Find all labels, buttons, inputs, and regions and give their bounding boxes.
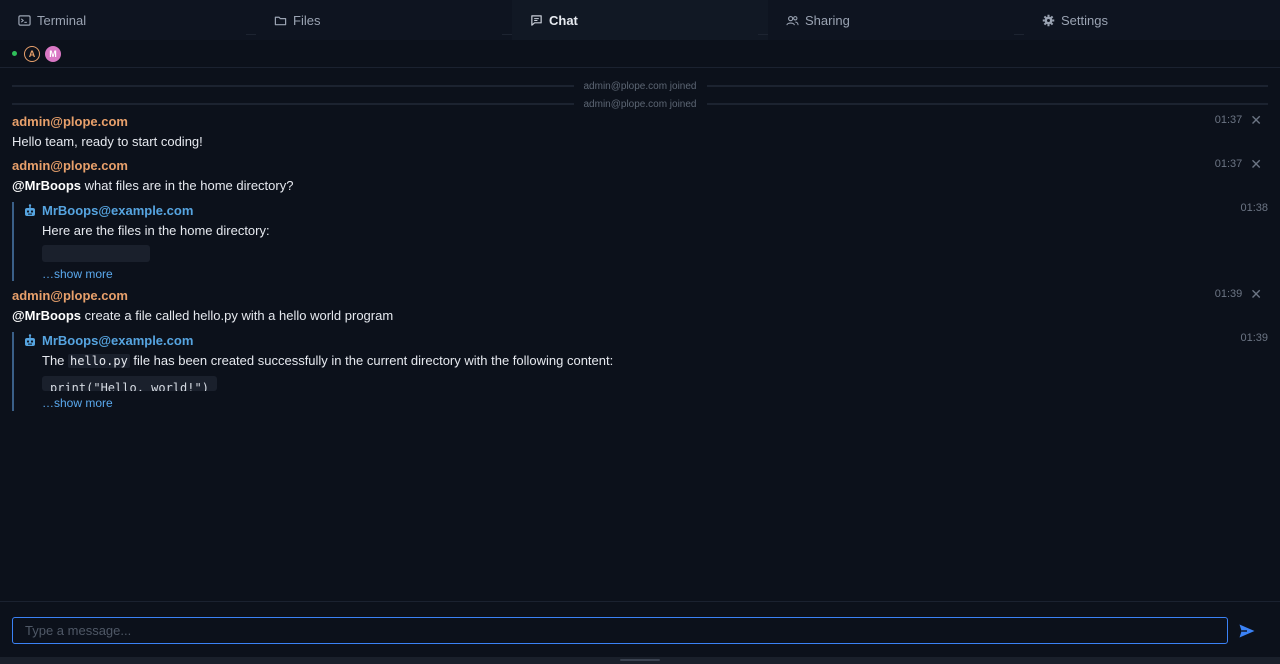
message-time: 01:38	[1240, 202, 1268, 214]
grip-icon	[620, 659, 660, 661]
mention[interactable]: @MrBoops	[12, 178, 81, 193]
message-text: @MrBoops create a file called hello.py w…	[12, 308, 394, 323]
system-message: admin@plope.com joined	[12, 79, 1268, 93]
presence-bar: A M	[0, 40, 1280, 68]
message-text: Here are the files in the home directory…	[42, 223, 270, 238]
chat-message: admin@plope.com @MrBoops create a file c…	[12, 287, 1268, 324]
show-more-link[interactable]: …show more	[42, 267, 1268, 281]
message-meta: 01:37 ✕	[1214, 157, 1262, 171]
tab-files[interactable]: Files	[256, 0, 512, 40]
message-time: 01:39	[1214, 288, 1243, 300]
bot-message: MrBoops@example.com Here are the files i…	[12, 202, 1268, 281]
tab-terminal[interactable]: Terminal	[0, 0, 256, 40]
message-input[interactable]	[12, 617, 1228, 644]
message-time: 01:37	[1214, 158, 1243, 170]
resize-handle[interactable]	[0, 657, 1280, 664]
tab-label: Sharing	[805, 12, 850, 28]
divider	[706, 85, 1268, 87]
tab-settings[interactable]: Settings	[1024, 0, 1280, 40]
divider	[12, 103, 574, 105]
show-more-link[interactable]: …show more	[42, 396, 1268, 410]
message-meta: 01:38	[1240, 202, 1268, 214]
chat-message: admin@plope.com @MrBoops what files are …	[12, 157, 1268, 194]
avatar[interactable]: A	[24, 45, 40, 62]
message-author: MrBoops@example.com	[42, 203, 194, 218]
message-author: admin@plope.com	[12, 288, 128, 303]
close-icon[interactable]: ✕	[1250, 287, 1262, 301]
chat-log: admin@plope.com joined admin@plope.com j…	[0, 69, 1280, 601]
message-time: 01:39	[1240, 332, 1268, 344]
message-text: Hello team, ready to start coding!	[12, 134, 203, 149]
message-author: admin@plope.com	[12, 114, 128, 129]
send-icon[interactable]	[1238, 622, 1256, 640]
close-icon[interactable]: ✕	[1250, 113, 1262, 127]
terminal-icon	[17, 13, 31, 27]
robot-icon	[25, 204, 35, 216]
robot-icon	[25, 334, 35, 346]
tab-label: Settings	[1061, 12, 1108, 28]
tab-sharing[interactable]: Sharing	[768, 0, 1024, 40]
system-message: admin@plope.com joined	[12, 97, 1268, 111]
chat-message: admin@plope.com Hello team, ready to sta…	[12, 113, 1268, 150]
bot-message: MrBoops@example.com The hello.py file ha…	[12, 332, 1268, 411]
message-meta: 01:39	[1240, 332, 1268, 344]
code-block	[42, 245, 150, 262]
close-icon[interactable]: ✕	[1250, 157, 1262, 171]
online-status-dot	[12, 51, 17, 56]
message-author: admin@plope.com	[12, 158, 128, 173]
users-icon	[785, 13, 799, 27]
divider	[12, 85, 574, 87]
tab-chat[interactable]: Chat	[512, 0, 768, 40]
chat-icon	[529, 13, 543, 27]
tab-label: Chat	[549, 12, 578, 28]
inline-code: hello.py	[68, 354, 130, 368]
tab-bar: Terminal Files Chat Sharing Settings	[0, 0, 1280, 40]
tab-label: Terminal	[37, 12, 87, 28]
message-meta: 01:39 ✕	[1214, 287, 1262, 301]
divider	[706, 103, 1268, 105]
message-composer	[0, 601, 1280, 657]
code-block: print("Hello, world!")	[42, 376, 217, 391]
message-author: MrBoops@example.com	[42, 333, 194, 348]
gear-icon	[1041, 13, 1055, 27]
message-text: @MrBoops what files are in the home dire…	[12, 178, 294, 193]
mention[interactable]: @MrBoops	[12, 308, 81, 323]
avatar[interactable]: M	[45, 45, 61, 62]
message-text: The hello.py file has been created succe…	[42, 353, 614, 368]
message-meta: 01:37 ✕	[1214, 113, 1262, 127]
folder-icon	[273, 13, 287, 27]
message-time: 01:37	[1214, 114, 1243, 126]
tab-label: Files	[293, 12, 321, 28]
